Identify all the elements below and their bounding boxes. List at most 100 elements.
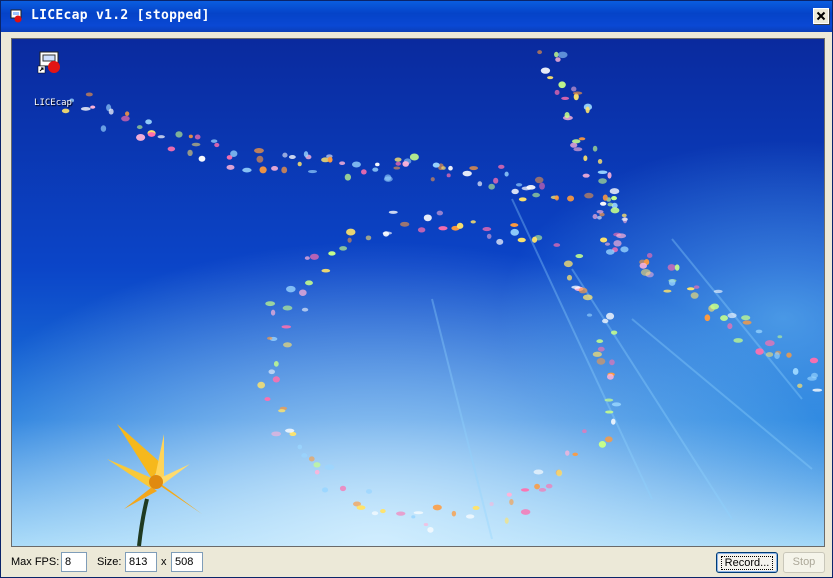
petal	[727, 312, 737, 319]
petal	[518, 197, 527, 202]
petal	[346, 228, 356, 236]
petal	[693, 285, 700, 289]
petal	[268, 369, 276, 375]
record-button-label: Record...	[720, 556, 774, 570]
petal	[124, 111, 130, 117]
petal	[690, 292, 699, 299]
petal	[157, 135, 165, 139]
control-bar: Max FPS: 8 Size: 813 x 508 Record... Sto…	[5, 549, 828, 575]
petal	[417, 227, 426, 233]
petal	[506, 492, 512, 497]
petal	[592, 145, 598, 152]
petal	[610, 330, 618, 335]
capture-region[interactable]: LICEcap	[11, 38, 825, 547]
petal	[545, 483, 553, 489]
petal	[281, 325, 292, 329]
petal	[600, 237, 608, 243]
petal	[555, 57, 561, 62]
petal	[270, 309, 276, 316]
petal	[533, 469, 544, 475]
petal	[607, 202, 614, 207]
petal	[565, 450, 570, 456]
petal	[187, 149, 193, 157]
petal	[283, 342, 292, 348]
petal	[606, 373, 614, 380]
petal	[230, 150, 238, 158]
petal	[605, 410, 614, 414]
petal	[606, 312, 615, 320]
petal	[511, 188, 519, 195]
petal	[301, 307, 309, 312]
petal	[259, 166, 267, 174]
petal	[145, 119, 152, 125]
petal	[309, 253, 319, 260]
petal	[534, 176, 544, 184]
window-title: LICEcap v1.2 [stopped]	[31, 8, 210, 23]
petal	[321, 268, 331, 273]
petal	[520, 509, 531, 515]
petal	[575, 253, 584, 259]
petal	[517, 237, 526, 243]
petal	[572, 452, 578, 457]
petal	[602, 318, 609, 324]
petal	[441, 166, 446, 170]
size-label: Size:	[97, 556, 122, 568]
petal	[282, 152, 288, 158]
petal	[611, 418, 616, 425]
petal	[488, 183, 495, 190]
record-button[interactable]: Record...	[716, 552, 778, 573]
petal	[640, 268, 651, 276]
petal	[515, 183, 523, 187]
petal	[383, 231, 390, 237]
petal	[598, 441, 607, 448]
petal	[314, 469, 320, 475]
petal	[388, 210, 398, 214]
petal	[611, 195, 617, 201]
petal	[380, 509, 386, 514]
petal	[596, 357, 606, 365]
petal	[402, 161, 410, 167]
petal	[448, 165, 453, 171]
petal	[566, 274, 573, 281]
petal	[303, 151, 309, 158]
petal	[554, 89, 560, 95]
petal	[469, 166, 478, 171]
petal	[586, 313, 593, 317]
petal	[361, 169, 367, 175]
petal	[713, 289, 723, 294]
petal	[423, 522, 429, 527]
petal	[100, 125, 107, 132]
petal	[136, 125, 143, 130]
petal	[602, 194, 608, 201]
petal	[365, 489, 373, 494]
title-bar[interactable]: LICEcap v1.2 [stopped]	[1, 1, 832, 32]
height-input[interactable]: 508	[171, 552, 203, 572]
petal	[557, 51, 568, 59]
petal	[597, 170, 608, 174]
close-button[interactable]	[813, 8, 829, 24]
petal	[121, 115, 130, 122]
petal	[328, 251, 336, 256]
max-fps-input[interactable]: 8	[61, 552, 87, 572]
petal	[267, 336, 273, 340]
petal	[663, 289, 672, 293]
petal	[607, 172, 612, 179]
petal	[741, 315, 751, 321]
petal	[432, 504, 442, 511]
petal	[604, 436, 613, 443]
petal	[510, 223, 519, 227]
max-fps-label: Max FPS:	[11, 556, 60, 568]
petal	[321, 487, 329, 493]
petal	[646, 253, 653, 258]
petal	[324, 464, 335, 470]
petal	[347, 237, 352, 243]
petal	[558, 81, 566, 89]
petal	[540, 67, 551, 74]
petal	[304, 256, 310, 260]
petal	[297, 161, 302, 167]
petal	[667, 264, 676, 271]
petal	[413, 511, 424, 515]
petal	[297, 444, 303, 450]
stop-button[interactable]: Stop	[783, 552, 825, 573]
width-input[interactable]: 813	[125, 552, 157, 572]
